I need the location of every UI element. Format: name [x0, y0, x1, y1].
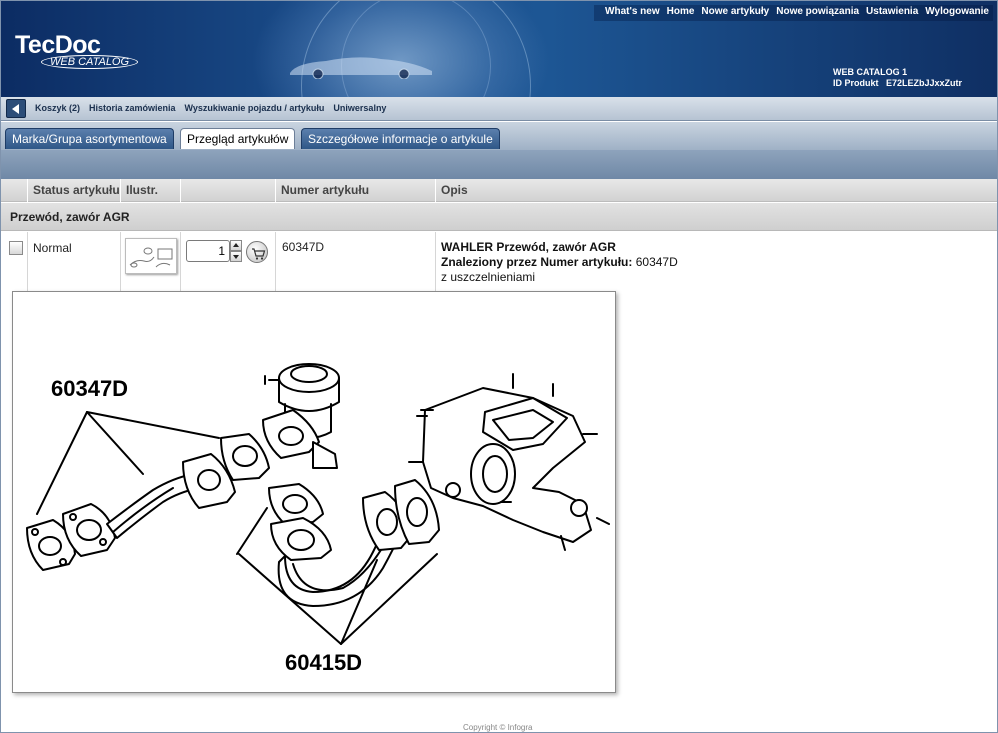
- link-universal[interactable]: Uniwersalny: [333, 103, 386, 113]
- tecdoc-logo[interactable]: TecDoc WEB CATALOG: [15, 31, 139, 69]
- tab-article-overview[interactable]: Przegląd artykułów: [180, 128, 296, 149]
- description-note: z uszczelnieniami: [441, 270, 536, 284]
- callout-label-top: 60347D: [51, 376, 128, 401]
- banner-globe-inner: [341, 1, 491, 97]
- cart-glyph: [252, 248, 266, 260]
- logo-subtitle: WEB CATALOG: [41, 55, 139, 69]
- top-navigation: What's new Home Nowe artykuły Nowe powią…: [594, 5, 993, 21]
- banner-car-image: [290, 57, 432, 79]
- col-article-number[interactable]: Numer artykułu: [275, 179, 435, 202]
- thumbnail-drawing: [129, 247, 173, 268]
- article-description: WAHLER Przewód, zawór AGR Znaleziony prz…: [441, 240, 678, 285]
- tab-bar: Marka/Grupa asortymentowa Przegląd artyk…: [1, 122, 997, 150]
- catalog-name: WEB CATALOG 1: [833, 67, 908, 77]
- cell-divider: [180, 232, 181, 292]
- quantity-input[interactable]: [186, 240, 230, 262]
- article-status: Normal: [33, 241, 72, 255]
- copyright-footer: Copyright © Infogra: [463, 723, 533, 732]
- article-number[interactable]: 60347D: [282, 240, 324, 254]
- group-title: Przewód, zawór AGR: [10, 210, 130, 224]
- tab-brand-group[interactable]: Marka/Grupa asortymentowa: [5, 128, 174, 149]
- description-title: WAHLER Przewód, zawór AGR: [441, 240, 616, 254]
- header-banner: TecDoc WEB CATALOG What's new Home Nowe …: [1, 1, 997, 97]
- nav-new-links[interactable]: Nowe powiązania: [776, 6, 859, 20]
- found-by-label: Znaleziony przez Numer artykułu:: [441, 255, 633, 269]
- cell-divider: [27, 232, 28, 292]
- cell-divider: [120, 232, 121, 292]
- callout-label-bottom: 60415D: [285, 650, 362, 675]
- stepper-up-icon[interactable]: [230, 240, 242, 251]
- link-order-history[interactable]: Historia zamówienia: [89, 103, 176, 113]
- col-illustration[interactable]: Ilustr.: [120, 179, 180, 202]
- row-select-checkbox[interactable]: [9, 241, 23, 255]
- nav-home[interactable]: Home: [667, 6, 695, 20]
- link-vehicle-article-search[interactable]: Wyszukiwanie pojazdu / artykułu: [185, 103, 325, 113]
- col-description[interactable]: Opis: [435, 179, 997, 202]
- col-quantity: [180, 179, 275, 202]
- catalog-info: WEB CATALOG 1 ID Produkt E72LEZbJJxxZutr: [833, 67, 962, 89]
- group-header-row: Przewód, zawór AGR: [1, 203, 997, 231]
- exploded-parts-drawing: 60347D 60415D: [26, 363, 610, 675]
- found-by-value: 60347D: [635, 255, 678, 269]
- secondary-navigation: Koszyk (2) Historia zamówienia Wyszukiwa…: [1, 97, 997, 121]
- nav-logout[interactable]: Wylogowanie: [925, 6, 989, 20]
- subnav-links: Koszyk (2) Historia zamówienia Wyszukiwa…: [35, 103, 395, 113]
- col-status[interactable]: Status artykułu: [27, 179, 121, 202]
- back-arrow-icon[interactable]: [6, 99, 26, 118]
- tab-article-details[interactable]: Szczegółowe informacje o artykule: [301, 128, 500, 149]
- add-to-cart-icon[interactable]: [246, 241, 268, 263]
- nav-new-articles[interactable]: Nowe artykuły: [701, 6, 769, 20]
- quantity-stepper[interactable]: [230, 240, 242, 262]
- table-row: Normal 60347D WAHLER Przewód, zawór: [1, 232, 997, 292]
- product-id: ID Produkt E72LEZbJJxxZutr: [833, 78, 963, 88]
- toolbar-strip: [1, 150, 997, 179]
- description-found-line: Znaleziony przez Numer artykułu: 60347D: [441, 255, 678, 270]
- nav-settings[interactable]: Ustawienia: [866, 6, 918, 20]
- stepper-down-icon[interactable]: [230, 251, 242, 262]
- table-header: Status artykułu Ilustr. Numer artykułu O…: [1, 179, 997, 202]
- cell-divider: [435, 232, 436, 292]
- nav-whats-new[interactable]: What's new: [605, 6, 660, 20]
- link-cart[interactable]: Koszyk (2): [35, 103, 80, 113]
- app-window: TecDoc WEB CATALOG What's new Home Nowe …: [0, 0, 998, 733]
- illustration-popup[interactable]: 60347D 60415D: [12, 291, 616, 693]
- article-thumbnail[interactable]: [125, 238, 177, 274]
- cell-divider: [275, 232, 276, 292]
